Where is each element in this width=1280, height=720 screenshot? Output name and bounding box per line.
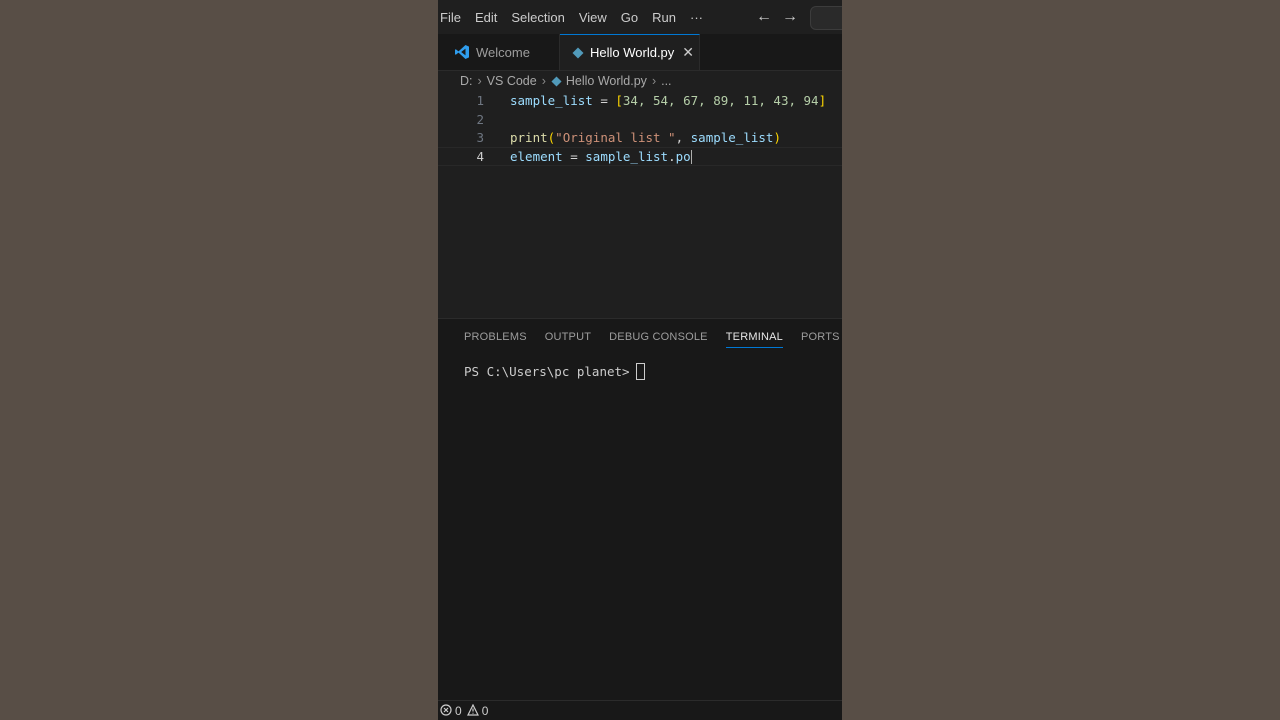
- line-number: 2: [476, 112, 484, 127]
- token-partial: po: [675, 148, 691, 164]
- token-operator: =: [562, 148, 586, 164]
- line-code: sample_list = [34, 54, 67, 89, 11, 43, 9…: [510, 93, 826, 108]
- python-file-icon: [572, 47, 584, 59]
- error-icon: [440, 703, 452, 719]
- menu-edit[interactable]: Edit: [468, 10, 504, 25]
- vscode-window: File Edit Selection View Go Run ··· ← → …: [438, 0, 842, 720]
- terminal[interactable]: PS C:\Users\pc planet>: [464, 363, 645, 380]
- chevron-right-icon: ›: [541, 74, 546, 88]
- code-line: 1 sample_list = [34, 54, 67, 89, 11, 43,…: [438, 91, 842, 110]
- line-number: 1: [476, 93, 484, 108]
- code-line-current: 4 element = sample_list.po: [438, 147, 842, 166]
- tab-active-label: Hello World.py: [590, 45, 675, 60]
- menu-run[interactable]: Run: [645, 10, 683, 25]
- background-left: [0, 0, 438, 720]
- token-variable: sample_list: [585, 148, 669, 164]
- error-count: 0: [455, 704, 462, 718]
- token-variable: sample_list: [510, 93, 593, 108]
- token-bracket: [: [615, 93, 623, 108]
- token-numbers: 34, 54, 67, 89, 11, 43, 94: [622, 93, 819, 108]
- arrow-right-icon[interactable]: →: [782, 8, 798, 26]
- python-file-icon: [551, 75, 562, 87]
- menu-selection[interactable]: Selection: [504, 10, 571, 25]
- tab-terminal[interactable]: TERMINAL: [725, 331, 783, 348]
- tab-ports[interactable]: PORTS: [801, 331, 840, 348]
- token-bracket: ]: [818, 93, 827, 108]
- arrow-left-icon[interactable]: ←: [756, 8, 772, 26]
- tab-welcome-label: Welcome: [476, 44, 530, 60]
- breadcrumb-drive[interactable]: D:: [460, 74, 473, 88]
- warning-icon: [466, 703, 479, 719]
- background-right: [842, 0, 1280, 720]
- terminal-prompt: PS C:\Users\pc planet>: [464, 364, 630, 379]
- menu-go[interactable]: Go: [614, 10, 645, 25]
- token-dot: .: [668, 148, 676, 164]
- line-number: 4: [476, 149, 484, 164]
- line-number: 3: [476, 130, 484, 145]
- token-function: print: [510, 130, 548, 145]
- menu-file[interactable]: File: [438, 10, 468, 25]
- menu-more[interactable]: ···: [683, 10, 710, 25]
- token-operator: =: [592, 93, 616, 108]
- token-variable: sample_list: [690, 130, 774, 145]
- token-separator: ,: [675, 130, 691, 145]
- chevron-right-icon: ›: [477, 74, 482, 88]
- tab-hello-world-py[interactable]: Hello World.py ✕: [560, 34, 700, 70]
- tab-problems[interactable]: PROBLEMS: [464, 331, 527, 348]
- vscode-logo-icon: [454, 44, 470, 60]
- close-icon[interactable]: ✕: [682, 44, 694, 61]
- text-cursor: [690, 150, 692, 165]
- breadcrumb-folder[interactable]: VS Code: [487, 74, 537, 88]
- breadcrumb: D: › VS Code › Hello World.py › ...: [460, 72, 672, 90]
- token-variable: element: [510, 148, 563, 164]
- tab-bar: Welcome Hello World.py ✕: [438, 34, 842, 71]
- menu-view[interactable]: View: [572, 10, 614, 25]
- menu-bar: File Edit Selection View Go Run ··· ← →: [438, 0, 842, 34]
- line-code: print("Original list ", sample_list): [510, 130, 781, 145]
- chevron-right-icon: ›: [651, 74, 657, 88]
- problems-status[interactable]: 0 0: [440, 703, 489, 719]
- tab-debug-console[interactable]: DEBUG CONSOLE: [609, 331, 708, 348]
- command-center-search[interactable]: [810, 6, 842, 30]
- token-string: "Original list ": [555, 130, 676, 145]
- tab-output[interactable]: OUTPUT: [545, 331, 591, 348]
- status-bar: 0 0: [438, 700, 842, 720]
- terminal-cursor: [635, 363, 645, 380]
- breadcrumb-more[interactable]: ...: [661, 74, 671, 88]
- panel-tabs: PROBLEMS OUTPUT DEBUG CONSOLE TERMINAL P…: [464, 331, 842, 348]
- line-code: element = sample_list.po: [510, 149, 692, 165]
- code-editor[interactable]: 1 sample_list = [34, 54, 67, 89, 11, 43,…: [438, 90, 842, 318]
- code-line: 2: [438, 110, 842, 129]
- tab-welcome[interactable]: Welcome: [438, 34, 560, 70]
- token-bracket: ): [773, 130, 781, 145]
- code-line: 3 print("Original list ", sample_list): [438, 128, 842, 147]
- bottom-panel: PROBLEMS OUTPUT DEBUG CONSOLE TERMINAL P…: [438, 318, 842, 701]
- breadcrumb-file[interactable]: Hello World.py: [566, 74, 647, 88]
- warning-count: 0: [481, 704, 489, 718]
